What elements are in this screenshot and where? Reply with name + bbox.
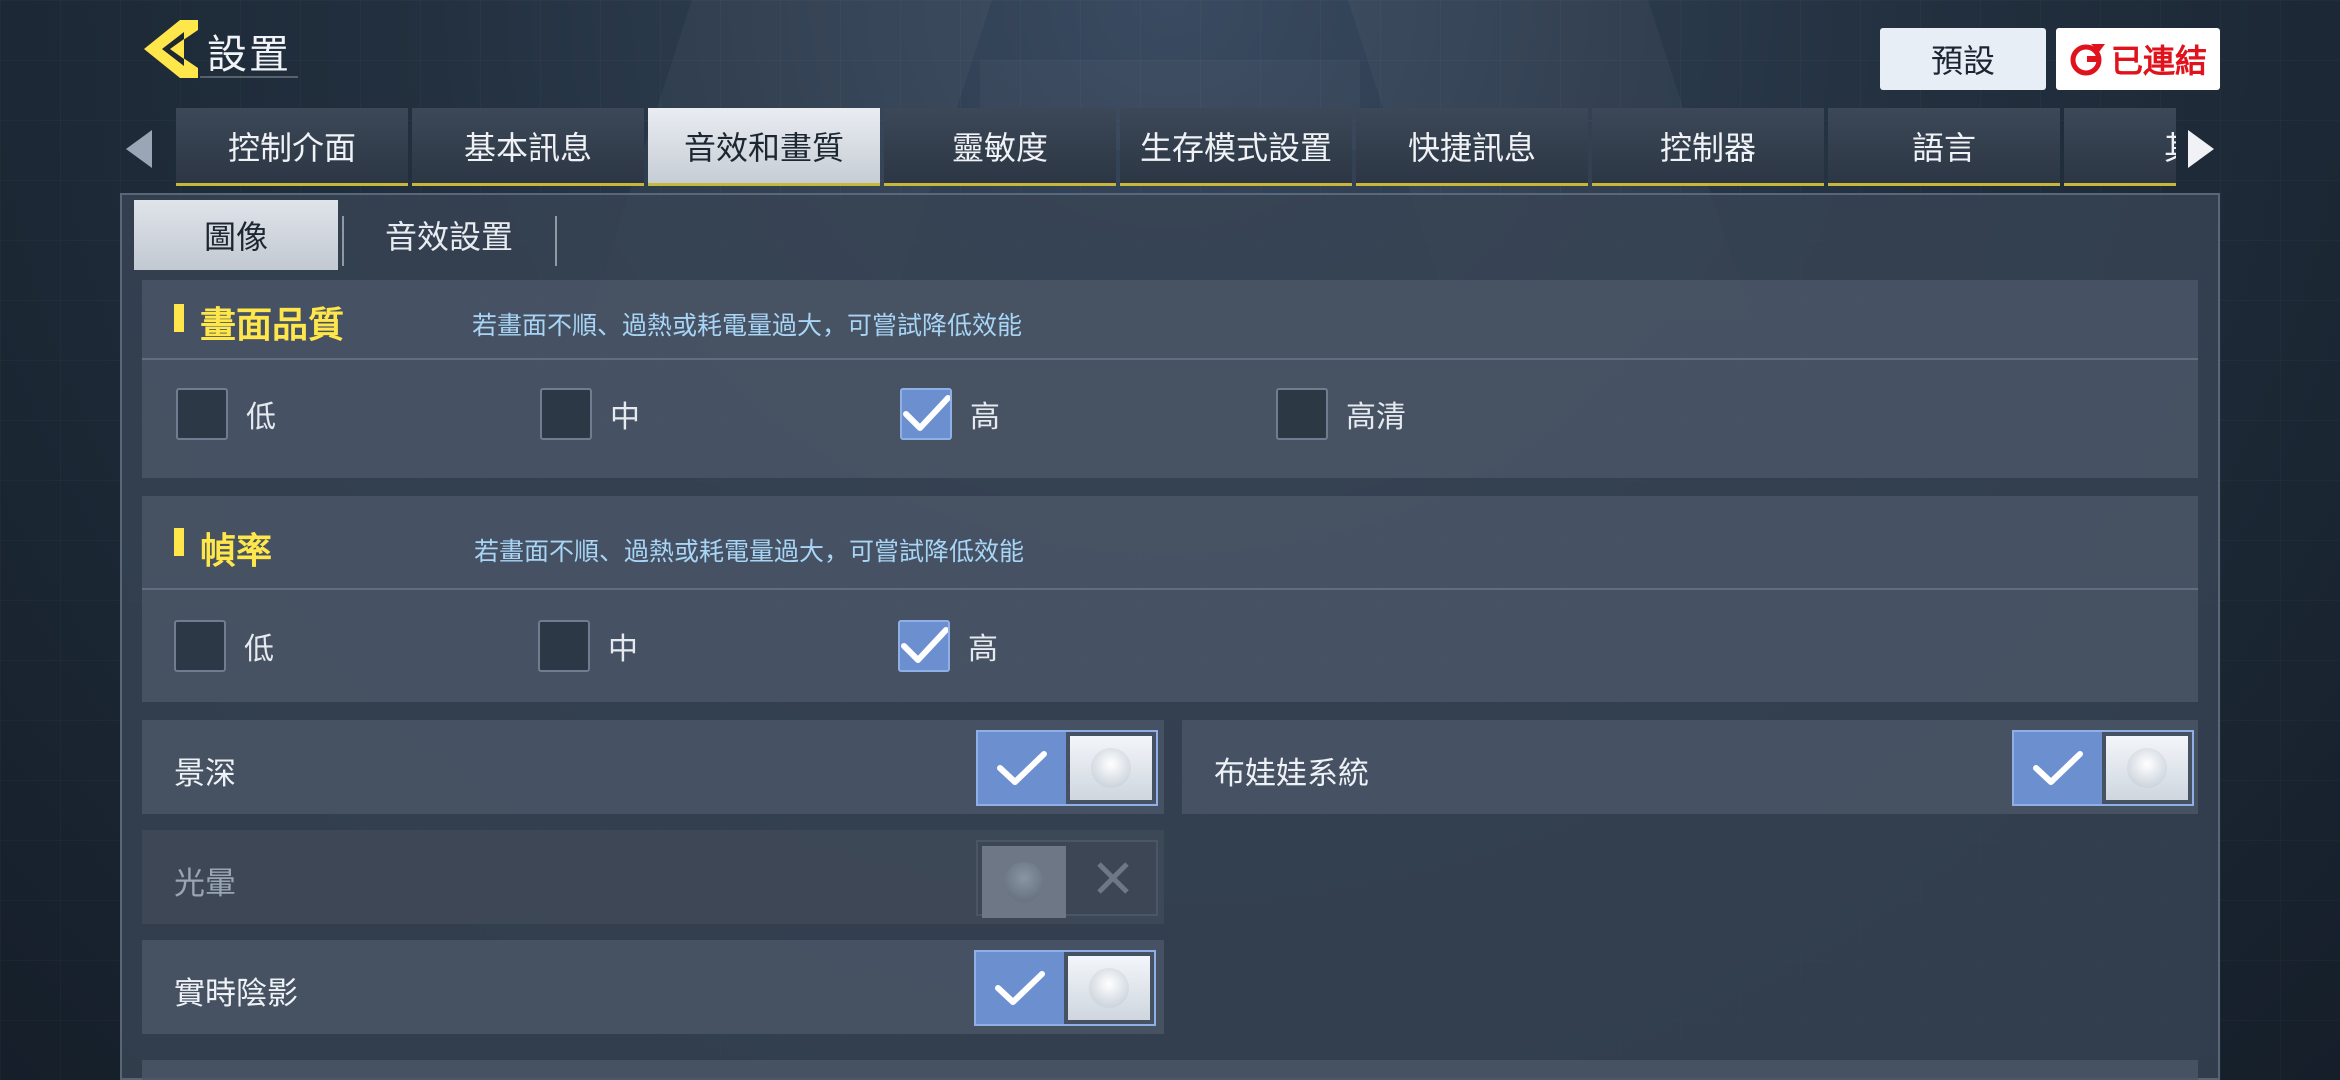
framerate-option-medium[interactable]: 中 (538, 620, 638, 672)
connected-label: 已連結 (2110, 42, 2207, 80)
quality-hint: 若畫面不順、過熱或耗電量過大，可嘗試降低效能 (472, 311, 1023, 340)
tab-sensitivity[interactable]: 靈敏度 (884, 108, 1116, 186)
section-marker (174, 528, 184, 556)
checkmark-icon (995, 971, 1045, 1005)
page-title: 設置 (207, 32, 291, 78)
realtime-shadow-label: 實時陰影 (174, 976, 298, 1012)
bloom-label: 光暈 (174, 866, 236, 902)
subtab-divider (342, 216, 344, 266)
toggle-knob (1091, 748, 1131, 788)
subtab-divider (555, 216, 557, 266)
checkbox[interactable] (1276, 388, 1328, 440)
quality-option-medium[interactable]: 中 (540, 388, 640, 440)
option-label: 高 (968, 632, 998, 667)
realtime-shadow-toggle[interactable] (974, 950, 1156, 1026)
framerate-hint: 若畫面不順、過熱或耗電量過大，可嘗試降低效能 (474, 537, 1025, 566)
tab-scroll-left-icon[interactable] (122, 126, 156, 172)
tab-survival-mode[interactable]: 生存模式設置 (1120, 108, 1352, 186)
quality-section: 畫面品質 若畫面不順、過熱或耗電量過大，可嘗試降低效能 低 中 高 高清 (142, 280, 2198, 478)
depth-of-field-toggle[interactable] (976, 730, 1158, 806)
bloom-toggle[interactable] (976, 840, 1158, 918)
checkbox[interactable] (538, 620, 590, 672)
realtime-shadow-row: 實時陰影 (142, 940, 1164, 1034)
framerate-option-low[interactable]: 低 (174, 620, 274, 672)
option-label: 中 (610, 400, 640, 435)
ragdoll-label: 布娃娃系統 (1214, 756, 1369, 792)
tab-scroll-right-icon[interactable] (2184, 126, 2218, 172)
depth-of-field-row: 景深 (142, 720, 1164, 814)
title-underline (200, 76, 298, 78)
section-header: 幀率 若畫面不順、過熱或耗電量過大，可嘗試降低效能 (142, 496, 2198, 590)
checkmark-icon (901, 627, 948, 663)
quality-option-high[interactable]: 高 (900, 388, 1000, 440)
option-label: 低 (246, 400, 276, 435)
tab-quick-message[interactable]: 快捷訊息 (1356, 108, 1588, 186)
subtab-image[interactable]: 圖像 (134, 200, 338, 270)
tab-basic-info[interactable]: 基本訊息 (412, 108, 644, 186)
checkmark-icon (903, 395, 950, 431)
toggle-knob (2127, 748, 2167, 788)
section-marker (174, 304, 184, 332)
bloom-row: 光暈 (142, 830, 1164, 924)
toggle-knob (1004, 862, 1044, 902)
quality-title: 畫面品質 (200, 305, 345, 346)
checkbox[interactable] (176, 388, 228, 440)
tab-language[interactable]: 語言 (1828, 108, 2060, 186)
depth-of-field-label: 景深 (174, 756, 236, 792)
framerate-title: 幀率 (200, 531, 273, 572)
back-arrow-icon (144, 20, 198, 78)
checkbox-checked[interactable] (898, 620, 950, 672)
tab-controller[interactable]: 控制器 (1592, 108, 1824, 186)
close-icon (1097, 862, 1129, 894)
tab-bar: 控制介面 基本訊息 音效和畫質 靈敏度 生存模式設置 快捷訊息 控制器 語言 其 (176, 108, 2176, 188)
checkbox-checked[interactable] (900, 388, 952, 440)
tab-sound-graphics[interactable]: 音效和畫質 (648, 108, 880, 186)
option-label: 低 (244, 632, 274, 667)
option-label: 高清 (1346, 400, 1406, 435)
checkbox[interactable] (174, 620, 226, 672)
garena-logo-icon (2070, 44, 2105, 76)
connected-badge[interactable]: 已連結 (2056, 28, 2220, 90)
quality-option-low[interactable]: 低 (176, 388, 276, 440)
checkmark-icon (2033, 751, 2083, 785)
toggle-knob (1089, 968, 1129, 1008)
preset-button[interactable]: 預設 (1880, 28, 2046, 90)
subtab-sound-settings[interactable]: 音效設置 (350, 200, 548, 270)
section-header: 畫面品質 若畫面不順、過熱或耗電量過大，可嘗試降低效能 (142, 280, 2198, 360)
option-label: 高 (970, 400, 1000, 435)
checkbox[interactable] (540, 388, 592, 440)
framerate-option-high[interactable]: 高 (898, 620, 998, 672)
option-label: 中 (608, 632, 638, 667)
back-button[interactable] (140, 18, 200, 80)
checkmark-icon (997, 751, 1047, 785)
ragdoll-row: 布娃娃系統 (1182, 720, 2198, 814)
next-section-edge (142, 1060, 2198, 1080)
quality-option-hd[interactable]: 高清 (1276, 388, 1406, 440)
framerate-section: 幀率 若畫面不順、過熱或耗電量過大，可嘗試降低效能 低 中 高 (142, 496, 2198, 702)
tab-control-interface[interactable]: 控制介面 (176, 108, 408, 186)
ragdoll-toggle[interactable] (2012, 730, 2194, 806)
tab-other[interactable]: 其 (2064, 108, 2176, 186)
